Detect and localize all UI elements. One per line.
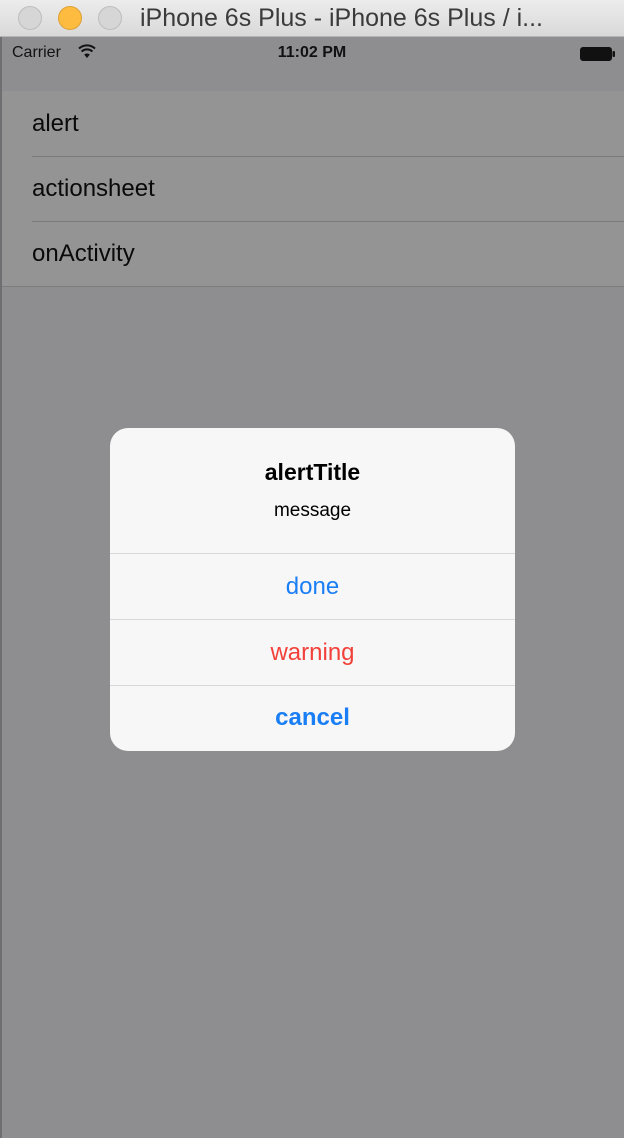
- zoom-window-button[interactable]: [98, 6, 122, 30]
- close-window-button[interactable]: [18, 6, 42, 30]
- done-button[interactable]: done: [110, 554, 515, 620]
- minimize-window-button[interactable]: [58, 6, 82, 30]
- status-time: 11:02 PM: [277, 44, 347, 61]
- demo-list: alert actionsheet onActivity: [2, 91, 624, 287]
- warning-button[interactable]: warning: [110, 620, 515, 686]
- window-title: iPhone 6s Plus - iPhone 6s Plus / i...: [140, 4, 543, 32]
- simulator-window: iPhone 6s Plus - iPhone 6s Plus / i... C…: [0, 0, 624, 1138]
- alert-header: alertTitle message: [110, 428, 515, 554]
- list-item-onactivity[interactable]: onActivity: [2, 221, 624, 286]
- cancel-button[interactable]: cancel: [110, 686, 515, 750]
- battery-icon: [580, 47, 615, 61]
- list-item-alert[interactable]: alert: [2, 91, 624, 156]
- alert-dialog: alertTitle message done warning cancel: [110, 428, 515, 751]
- status-bar: Carrier 11:02 PM: [0, 37, 624, 71]
- alert-message: message: [273, 500, 352, 521]
- window-titlebar: iPhone 6s Plus - iPhone 6s Plus / i...: [0, 0, 624, 37]
- list-item-actionsheet[interactable]: actionsheet: [2, 156, 624, 221]
- alert-title: alertTitle: [264, 459, 361, 485]
